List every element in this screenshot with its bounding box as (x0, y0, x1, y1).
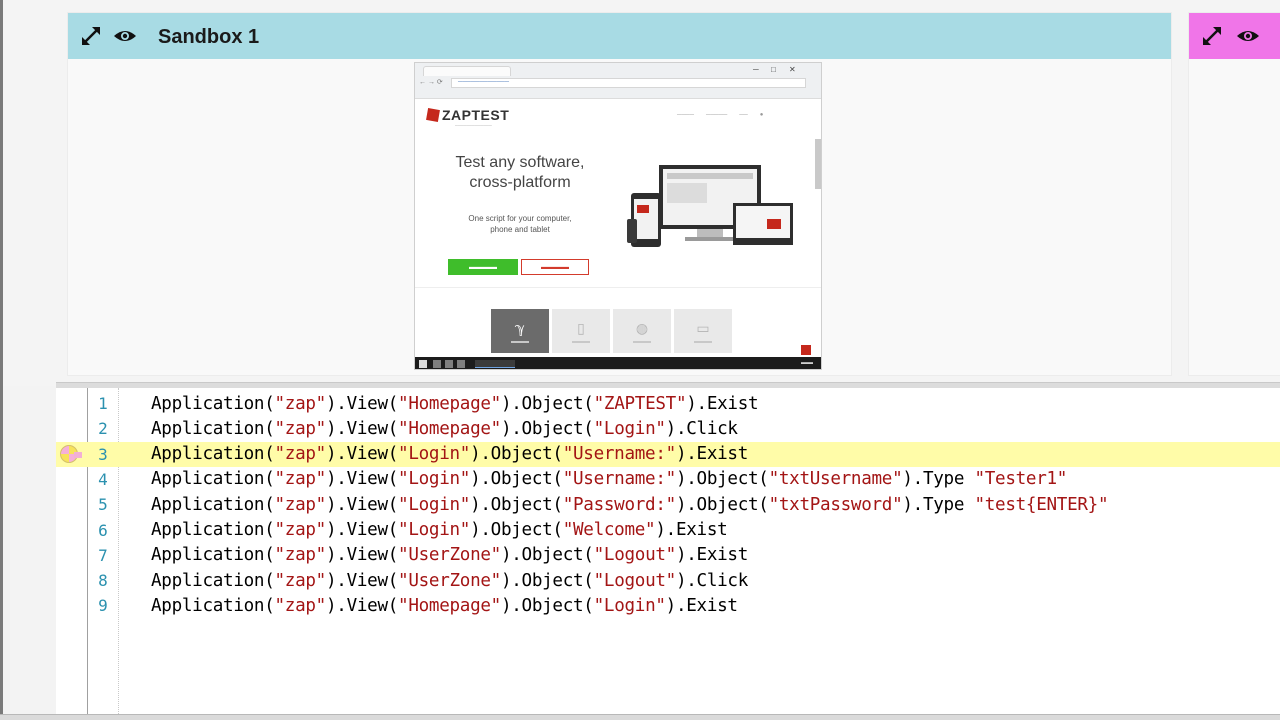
menu-item: ● (759, 112, 764, 118)
sandbox-2-header (1189, 13, 1280, 59)
zaptest-cube-icon (426, 108, 440, 122)
code-line[interactable]: 1 Application("zap").View("Homepage").Obj… (56, 391, 1280, 416)
tile-caption (694, 340, 712, 343)
sandbox-title: Sandbox 1 (158, 26, 260, 48)
code-editor[interactable]: 1 Application("zap").View("Homepage").Obj… (56, 388, 1280, 714)
tile-caption (511, 340, 529, 343)
tile-mobile: ▯ (552, 309, 610, 353)
hero-subtext-line-2: phone and tablet (490, 225, 550, 234)
logo-tagline: ───────────── (455, 123, 492, 128)
restore-icon: □ (771, 65, 776, 74)
code-text[interactable]: Application("zap").View("UserZone").Obje… (151, 545, 748, 565)
green-cta-button: ▬▬▬▬ (448, 259, 518, 275)
menu-item: ───── (706, 112, 728, 118)
code-line[interactable]: 3 Application("zap").View("Login").Object… (56, 441, 1280, 467)
windows-start-icon (419, 360, 427, 368)
app-window: Sandbox 1 ─ □ ✕ ← → ⟳ ──────────── ZAPTE… (0, 0, 1280, 720)
page-divider (415, 287, 821, 288)
globe-icon: ◍ (635, 319, 649, 336)
tile-caption (572, 340, 590, 343)
menu-item: ──── (677, 112, 695, 118)
eye-icon[interactable] (112, 23, 138, 49)
code-text[interactable]: Application("zap").View("Login").Object(… (151, 469, 1067, 489)
code-text[interactable]: Application("zap").View("Login").Object(… (151, 495, 1109, 515)
close-icon: ✕ (789, 65, 796, 74)
code-text[interactable]: Application("zap").View("Login").Object(… (151, 444, 748, 464)
code-text[interactable]: Application("zap").View("UserZone").Obje… (151, 571, 748, 591)
page-scrollbar (815, 139, 821, 189)
line-number: 4 (98, 469, 108, 489)
line-number: 3 (98, 444, 108, 464)
line-number: 7 (98, 545, 108, 565)
url-placeholder-text: ──────────── (458, 79, 510, 85)
code-line[interactable]: 8 Application("zap").View("UserZone").Obj… (56, 568, 1280, 593)
minimize-icon: ─ (753, 65, 759, 74)
monitor-icon: ▭ (696, 319, 710, 336)
current-line-arrow-icon (74, 451, 82, 458)
browser-nav-icon: ← → ⟳ (419, 79, 443, 86)
line-number: 1 (98, 394, 108, 413)
code-line[interactable]: 9 Application("zap").View("Homepage").Obj… (56, 593, 1280, 618)
code-line[interactable]: 2 Application("zap").View("Homepage").Obj… (56, 416, 1280, 441)
app-icon: ℽ (514, 319, 526, 336)
hero-headline-line-2: cross-platform (469, 174, 571, 191)
line-number: 5 (98, 495, 108, 515)
code-text[interactable]: Application("zap").View("Homepage").Obje… (151, 419, 738, 439)
code-text[interactable]: Application("zap").View("Homepage").Obje… (151, 596, 738, 616)
zaptest-logo: ZAPTEST (426, 107, 510, 123)
hero-subtext: One script for your computer, phone and … (455, 213, 585, 235)
platform-tiles: ℽ ▯ ◍ ▭ (491, 309, 732, 353)
line-number: 6 (98, 520, 108, 540)
menu-item: ── (739, 112, 748, 118)
taskbar-active-app (475, 360, 515, 368)
tile-app: ℽ (491, 309, 549, 353)
taskbar-item-icon (457, 360, 465, 368)
code-line[interactable]: 6 Application("zap").View("Login").Object… (56, 518, 1280, 543)
code-line[interactable]: 4 Application("zap").View("Login").Object… (56, 467, 1280, 492)
windows-taskbar: ▬▬ (415, 357, 821, 369)
red-cta-button: ▬▬▬▬ (521, 259, 589, 275)
chat-badge-icon (801, 345, 811, 355)
hero-subtext-line-1: One script for your computer, (468, 214, 572, 223)
site-menu: ──── ───── ── ● (677, 112, 763, 118)
mobile-icon: ▯ (577, 319, 585, 336)
code-line[interactable]: 7 Application("zap").View("UserZone").Obj… (56, 543, 1280, 568)
sandbox-1-header: Sandbox 1 (68, 13, 1171, 59)
code-text[interactable]: Application("zap").View("Login").Object(… (151, 520, 728, 540)
browser-address-bar: ──────────── (451, 78, 806, 88)
taskbar-item-icon (445, 360, 453, 368)
line-number: 2 (98, 419, 108, 439)
browser-chrome: ─ □ ✕ ← → ⟳ ──────────── (415, 63, 821, 99)
code-text[interactable]: Application("zap").View("Homepage").Obje… (151, 394, 759, 414)
sandbox-2[interactable] (1188, 12, 1280, 376)
zaptest-logo-text: ZAPTEST (442, 107, 510, 123)
tile-desktop: ▭ (674, 309, 732, 353)
taskbar-item-icon (433, 360, 441, 368)
code-line[interactable]: 5 Application("zap").View("Login").Object… (56, 492, 1280, 517)
line-number: 9 (98, 596, 108, 616)
devices-illustration (627, 165, 793, 247)
expand-icon[interactable] (1199, 23, 1225, 49)
browser-tab (423, 66, 511, 76)
tile-caption (633, 340, 651, 343)
window-bottom-border (0, 714, 1280, 720)
line-number: 8 (98, 571, 108, 591)
tile-web: ◍ (613, 309, 671, 353)
zaptest-homepage: ZAPTEST ───────────── ──── ───── ── ● Te… (415, 99, 821, 355)
expand-icon[interactable] (78, 23, 104, 49)
eye-icon[interactable] (1235, 23, 1261, 49)
hero-headline-line-1: Test any software, (455, 154, 585, 171)
taskbar-clock: ▬▬ (801, 360, 813, 366)
hero-headline: Test any software, cross-platform (445, 153, 595, 193)
sandbox-screenshot[interactable]: ─ □ ✕ ← → ⟳ ──────────── ZAPTEST ───────… (414, 62, 822, 370)
